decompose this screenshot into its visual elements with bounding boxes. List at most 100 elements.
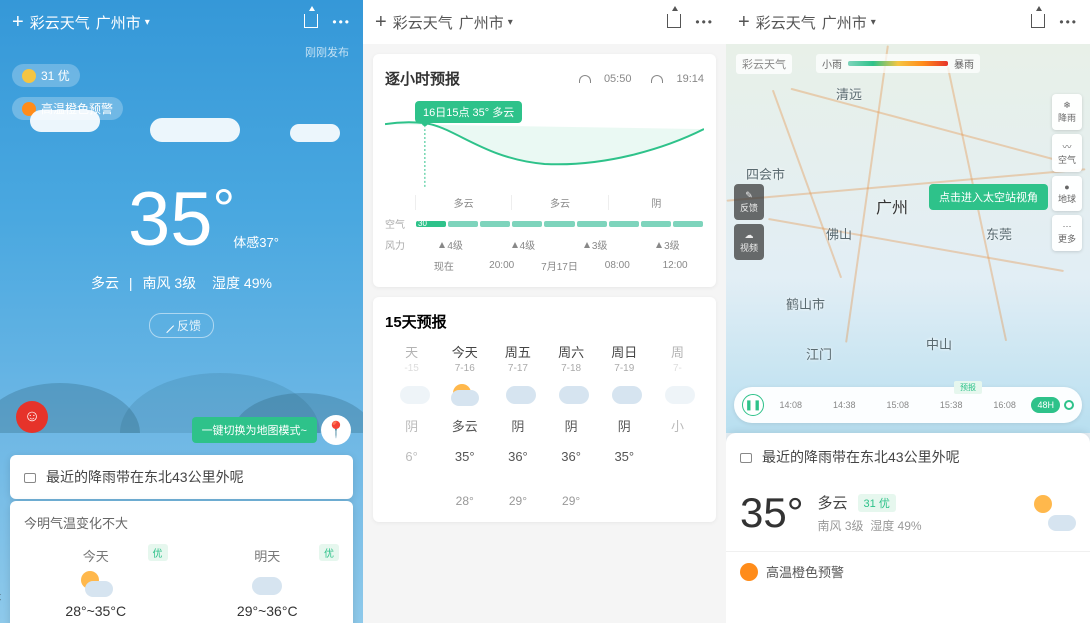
temp-big: 35° bbox=[740, 489, 804, 537]
day-col[interactable]: 周六7-18 阴36°29° bbox=[545, 342, 598, 508]
share-icon[interactable] bbox=[667, 14, 683, 30]
chevron-down-icon[interactable]: ▾ bbox=[871, 17, 876, 28]
day-col[interactable]: 周7- 小 bbox=[651, 342, 704, 508]
city-label-jiangmen: 江门 bbox=[806, 344, 832, 363]
map-layer-buttons: ❄降雨 〰空气 ●地球 ⋯更多 bbox=[1052, 94, 1082, 255]
layer-earth-button[interactable]: ●地球 bbox=[1052, 176, 1082, 211]
city-label-guangzhou: 广州 bbox=[876, 194, 908, 218]
weather-alert[interactable]: 高温橙色预警 bbox=[12, 97, 123, 120]
48h-button[interactable]: 48H bbox=[1031, 397, 1060, 413]
today-col[interactable]: 今天 优 28°~35°C bbox=[10, 542, 182, 623]
two-day-card: 优 36°C 今明气温变化不大 今天 优 28°~35°C 明天 优 29°~3… bbox=[10, 501, 353, 623]
aqi-grade: 优 bbox=[58, 67, 70, 84]
add-city-icon[interactable]: + bbox=[375, 11, 387, 34]
hourly-title: 逐小时预报 bbox=[385, 68, 460, 89]
speaker-icon bbox=[740, 450, 754, 464]
layer-rain-button[interactable]: ❄降雨 bbox=[1052, 94, 1082, 130]
day-col[interactable]: 周日7-19 阴35° bbox=[598, 342, 651, 508]
add-city-icon[interactable]: + bbox=[738, 11, 750, 34]
share-icon[interactable] bbox=[304, 14, 320, 30]
brand-label: 彩云天气 bbox=[756, 12, 816, 33]
brand-label: 彩云天气 bbox=[30, 12, 90, 33]
city-label-dongguan: 东莞 bbox=[986, 224, 1012, 243]
partly-cloudy-icon bbox=[451, 384, 479, 406]
condition: 多云 bbox=[818, 492, 848, 513]
wind-arrow-icon bbox=[512, 242, 518, 248]
video-button[interactable]: ☁视频 bbox=[734, 224, 764, 260]
partly-cloudy-icon bbox=[79, 571, 113, 597]
pause-icon[interactable]: ❚❚ bbox=[742, 394, 764, 416]
tomorrow-col[interactable]: 明天 优 29°~36°C bbox=[182, 542, 354, 623]
map-brand: 彩云天气 bbox=[736, 54, 792, 74]
cloudy-icon bbox=[398, 384, 426, 406]
hourly-conditions: 多云 多云 阴 bbox=[385, 195, 704, 210]
panel-forecast: + 彩云天气 广州市 ▾ ••• 逐小时预报 05:50 19:14 16日15… bbox=[363, 0, 726, 623]
header: + 彩云天气 广州市 ▾ ••• bbox=[0, 0, 363, 44]
wind-arrow-icon bbox=[439, 242, 445, 248]
more-icon[interactable]: ••• bbox=[695, 15, 714, 29]
humidity: 湿度 49% bbox=[206, 275, 278, 291]
day-col[interactable]: 天-15 阴6° bbox=[385, 342, 438, 508]
city-label[interactable]: 广州市 bbox=[96, 12, 141, 33]
partly-cloudy-icon bbox=[1032, 495, 1076, 531]
forecast-tag: 预报 bbox=[954, 381, 982, 394]
aqi-value: 31 bbox=[41, 69, 54, 83]
map-roads bbox=[726, 44, 1090, 433]
panel-map: + 彩云天气 广州市 ▾ ••• 彩云天气 小雨暴雨 清远 四会市 广州 佛山 … bbox=[726, 0, 1090, 623]
feedback-button[interactable]: ✎反馈 bbox=[734, 184, 764, 220]
day-col[interactable]: 今天7-16 多云35°28° bbox=[438, 342, 491, 508]
space-view-tip[interactable]: 点击进入太空站视角 bbox=[929, 184, 1048, 210]
share-icon[interactable] bbox=[1031, 14, 1047, 30]
alert-text: 高温橙色预警 bbox=[766, 562, 844, 581]
rain-card[interactable]: 最近的降雨带在东北43公里外呢 bbox=[10, 455, 353, 499]
weather-summary-row: 35° 多云 31 优 南风 3级 湿度 49% bbox=[726, 481, 1090, 545]
add-city-icon[interactable]: + bbox=[12, 11, 24, 34]
alert-text: 高温橙色预警 bbox=[41, 100, 113, 117]
header: + 彩云天气 广州市 ▾ ••• bbox=[726, 0, 1090, 44]
more-icon[interactable]: ••• bbox=[1059, 15, 1078, 29]
map-mode-toggle[interactable]: 一键切换为地图模式~ 📍 bbox=[192, 415, 351, 445]
feels-like: 体感37° bbox=[233, 232, 279, 251]
layer-more-button[interactable]: ⋯更多 bbox=[1052, 215, 1082, 251]
map-timeline[interactable]: 预报 ❚❚ 14:08 14:38 15:08 15:38 16:08 48H bbox=[734, 387, 1082, 423]
locate-icon[interactable] bbox=[1064, 400, 1074, 410]
update-time: 刚刚发布 bbox=[0, 44, 363, 60]
aqi-badge: 31 优 bbox=[858, 494, 896, 512]
feedback-button[interactable]: 反馈 bbox=[149, 313, 214, 338]
city-label[interactable]: 广州市 bbox=[822, 12, 867, 33]
today-range: 28°~35°C bbox=[10, 603, 182, 619]
forecast15-title: 15天预报 bbox=[385, 311, 704, 342]
rain-legend: 小雨暴雨 bbox=[816, 54, 980, 73]
alert-row[interactable]: 高温橙色预警 bbox=[726, 551, 1090, 581]
wind-arrow-icon bbox=[584, 242, 590, 248]
panel-home: + 彩云天气 广州市 ▾ ••• 刚刚发布 31 优 高温橙色预警 35° 体感… bbox=[0, 0, 363, 623]
wind-humidity: 南风 3级 湿度 49% bbox=[818, 517, 1032, 534]
rain-line[interactable]: 最近的降雨带在东北43公里外呢 bbox=[726, 433, 1090, 481]
forecast15-days[interactable]: 天-15 阴6° 今天7-16 多云35°28° 周五7-17 阴36°29° … bbox=[385, 342, 704, 508]
wind: 南风 3级 bbox=[136, 275, 202, 291]
city-label-zhongshan: 中山 bbox=[926, 334, 952, 353]
hourly-chart[interactable]: 16日15点 35° 多云 bbox=[385, 109, 704, 189]
tomorrow-aqi-badge: 优 bbox=[319, 544, 339, 561]
day-col[interactable]: 周五7-17 阴36°29° bbox=[491, 342, 544, 508]
weather-map[interactable]: 彩云天气 小雨暴雨 清远 四会市 广州 佛山 东莞 鹤山市 中山 江门 ❄降雨 … bbox=[726, 44, 1090, 433]
forecast15-card: 15天预报 天-15 阴6° 今天7-16 多云35°28° 周五7-17 阴3… bbox=[373, 297, 716, 522]
layer-air-button[interactable]: 〰空气 bbox=[1052, 134, 1082, 172]
aqi-badge[interactable]: 31 优 bbox=[12, 64, 80, 87]
share-fab[interactable]: ☺ bbox=[16, 401, 48, 433]
map-mode-label: 一键切换为地图模式~ bbox=[192, 417, 317, 443]
city-label-qingyuan: 清远 bbox=[836, 84, 862, 103]
chart-tooltip: 16日15点 35° 多云 bbox=[415, 101, 522, 123]
more-icon[interactable]: ••• bbox=[332, 15, 351, 29]
hourly-aqi: 空气 bbox=[385, 216, 704, 231]
chevron-down-icon[interactable]: ▾ bbox=[508, 17, 513, 28]
condition: 多云 bbox=[85, 275, 125, 291]
chevron-down-icon[interactable]: ▾ bbox=[145, 17, 150, 28]
location-pin-icon: 📍 bbox=[321, 415, 351, 445]
city-label[interactable]: 广州市 bbox=[459, 12, 504, 33]
temp-hint: 今明气温变化不大 bbox=[10, 513, 353, 542]
cloudy-icon bbox=[610, 384, 638, 406]
pen-icon bbox=[160, 318, 174, 332]
cloudy-icon bbox=[250, 571, 284, 597]
brand-label: 彩云天气 bbox=[393, 12, 453, 33]
